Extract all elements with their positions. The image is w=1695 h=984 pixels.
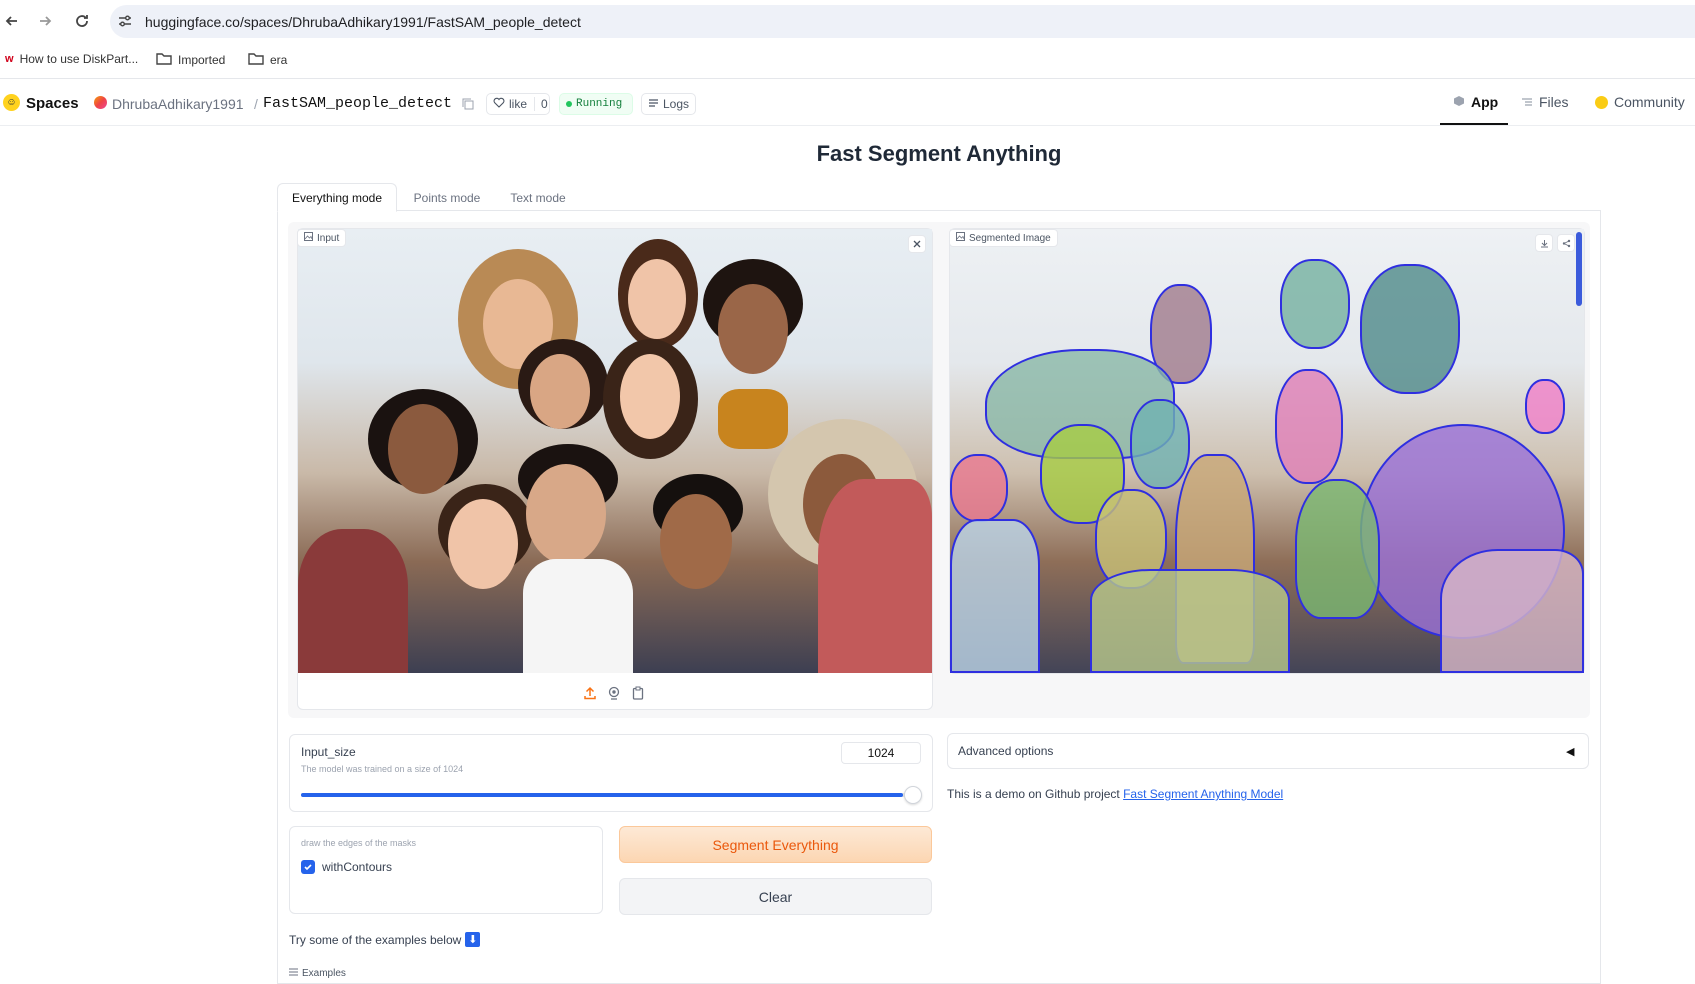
logs-label: Logs [663,97,690,111]
url-text[interactable]: huggingface.co/spaces/DhrubaAdhikary1991… [145,14,581,30]
image-icon [304,232,313,244]
nav-app-label: App [1471,94,1499,110]
demo-text-prefix: This is a demo on Github project [947,787,1124,801]
segmented-image-label: Segmented Image [949,229,1058,247]
nav-files-label: Files [1539,94,1569,110]
bookmark-label: Imported [178,53,226,67]
nav-app[interactable]: App [1453,94,1498,110]
status-badge: Running [559,93,633,115]
like-label: like [509,97,528,111]
logs-icon [648,97,659,111]
with-contours-checkbox[interactable] [301,860,315,874]
input-size-fill [301,793,903,797]
clear-button[interactable]: Clear [619,878,932,915]
close-icon[interactable] [908,235,926,253]
status-dot-icon [566,101,572,107]
examples-intro: Try some of the examples below ⬇ [289,932,481,947]
spaces-link[interactable]: Spaces [26,95,79,112]
owner-link[interactable]: DhrubaAdhikary1991 [112,96,244,112]
nav-community-label: Community [1614,94,1685,110]
image-scrollbar[interactable] [1576,232,1582,306]
reload-icon[interactable] [70,9,94,33]
download-icon[interactable] [1535,234,1553,252]
copy-icon[interactable] [462,97,474,115]
examples-intro-text: Try some of the examples below [289,932,462,947]
input-image[interactable] [298,229,932,673]
upload-icon[interactable] [583,686,597,705]
files-icon [1521,94,1533,110]
back-icon[interactable] [0,9,24,33]
bookmark-label: How to use DiskPart... [19,52,139,66]
clipboard-icon[interactable] [631,686,645,705]
advanced-options-label: Advanced options [958,744,1054,758]
demo-text: This is a demo on Github project Fast Se… [947,787,1283,801]
input-size-info: The model was trained on a size of 1024 [301,764,464,774]
bookmark-folder-imported[interactable]: Imported [156,52,225,68]
nav-community[interactable]: Community [1595,94,1685,110]
heart-icon [493,97,505,111]
like-button[interactable]: like 0 [486,93,550,115]
contours-info: draw the edges of the masks [301,838,417,848]
examples-header: Examples [289,968,346,979]
image-icon [956,232,965,244]
nav-files[interactable]: Files [1521,94,1569,110]
list-icon [289,968,298,979]
input-size-label: Input_size [301,745,356,759]
app-title: Fast Segment Anything [816,141,1062,166]
hf-logo-icon[interactable]: ☺ [3,94,20,111]
bookmark-folder-era[interactable]: era [248,52,287,68]
community-icon [1595,95,1608,109]
tab-points-mode[interactable]: Points mode [405,184,489,212]
examples-label: Examples [302,968,346,979]
segmented-label-text: Segmented Image [969,232,1051,244]
input-label-text: Input [317,232,340,244]
owner-avatar [94,96,107,109]
github-project-link[interactable]: Fast Segment Anything Model [1123,787,1283,801]
segment-everything-button[interactable]: Segment Everything [619,826,932,863]
space-name[interactable]: FastSAM_people_detect [263,95,452,112]
logs-button[interactable]: Logs [641,93,696,115]
tab-everything-mode[interactable]: Everything mode [277,184,397,212]
nav-active-indicator [1440,123,1508,125]
input-size-thumb[interactable] [904,786,922,804]
status-text: Running [576,98,623,110]
bookmark-favicon-icon: w [5,53,14,65]
bookmark-diskpart[interactable]: w How to use DiskPart... [5,52,138,66]
like-count: 0 [534,97,548,111]
webcam-icon[interactable] [607,686,621,705]
with-contours-label: withContours [322,860,393,874]
input-label: Input [297,229,347,247]
segmented-image [950,229,1584,673]
down-arrow-icon: ⬇ [465,932,481,947]
folder-icon [248,52,264,68]
tab-text-mode[interactable]: Text mode [500,184,576,212]
path-separator: / [254,96,258,112]
input-size-number[interactable] [841,742,921,764]
app-icon [1453,94,1465,110]
collapse-arrow-icon[interactable]: ◀ [1566,745,1574,758]
bookmark-label: era [270,53,288,67]
forward-icon[interactable] [33,9,57,33]
share-icon[interactable] [1557,234,1575,252]
folder-icon [156,52,172,68]
site-settings-icon[interactable] [118,14,132,33]
